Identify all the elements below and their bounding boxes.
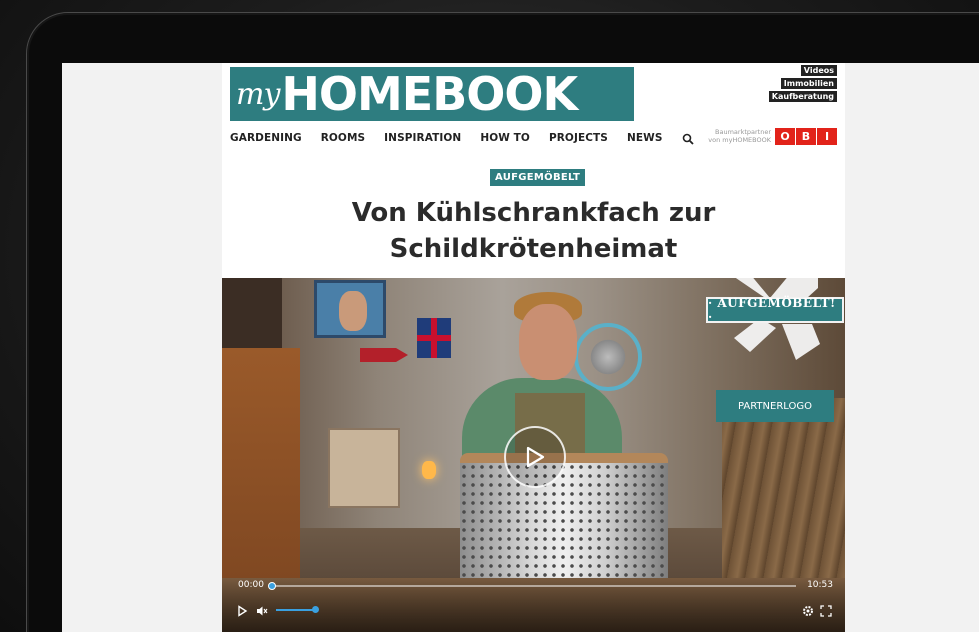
category-badge[interactable]: AUFGEMÖBELT <box>490 169 586 186</box>
video-scene-flag <box>417 318 451 358</box>
article-title: Von Kühlschrankfach zur Schildkrötenheim… <box>222 195 845 267</box>
volume-knob[interactable] <box>312 606 319 613</box>
volume-slider[interactable] <box>276 606 319 613</box>
play-button[interactable] <box>504 426 566 488</box>
duration: 10:53 <box>807 580 833 590</box>
obi-logo: OBI <box>775 127 837 145</box>
video-scene-person-head <box>519 304 577 380</box>
nav-item-inspiration[interactable]: INSPIRATION <box>384 132 461 144</box>
play-icon <box>526 446 545 468</box>
nav-item-how-to[interactable]: HOW TO <box>480 132 530 144</box>
quick-links: Videos Immobilien Kaufberatung <box>768 65 837 102</box>
quick-link-kaufberatung[interactable]: Kaufberatung <box>768 91 837 102</box>
nav-item-rooms[interactable]: ROOMS <box>321 132 365 144</box>
main-nav: GARDENING ROOMS INSPIRATION HOW TO PROJE… <box>230 129 694 147</box>
partner-block[interactable]: Baumarktpartner von myHOMEBOOK OBI <box>708 125 837 147</box>
show-badge: · AUFGEMÖBELT! · <box>708 296 842 324</box>
video-scene-lamp <box>422 461 436 479</box>
video-scene-shelf <box>222 278 282 348</box>
browser-viewport: my HOMEBOOK Videos Immobilien Kaufberatu… <box>62 63 979 632</box>
logo-main: HOMEBOOK <box>281 67 578 121</box>
article-title-line-2: Schildkrötenheimat <box>389 234 678 264</box>
article-page: my HOMEBOOK Videos Immobilien Kaufberatu… <box>222 63 845 632</box>
partner-line-1: Baumarktpartner <box>715 128 771 136</box>
fullscreen-icon[interactable] <box>820 604 832 617</box>
settings-icon[interactable] <box>802 604 814 616</box>
progress-bar[interactable] <box>268 582 796 590</box>
logo-prefix: my <box>236 76 280 112</box>
video-player[interactable]: · AUFGEMÖBELT! · PARTNERLOGO 00:00 10:53 <box>222 278 845 632</box>
partner-text: Baumarktpartner von myHOMEBOOK <box>708 128 771 144</box>
partner-line-2: von myHOMEBOOK <box>708 136 771 144</box>
quick-link-immobilien[interactable]: Immobilien <box>780 78 837 89</box>
quick-link-videos[interactable]: Videos <box>800 65 837 76</box>
current-time: 00:00 <box>238 580 264 590</box>
nav-item-news[interactable]: NEWS <box>627 132 663 144</box>
nav-item-projects[interactable]: PROJECTS <box>549 132 608 144</box>
video-scene-pegboard <box>328 428 400 508</box>
mute-icon[interactable] <box>256 604 268 616</box>
progress-knob[interactable] <box>268 582 276 590</box>
partner-logo-placeholder[interactable]: PARTNERLOGO <box>716 390 834 422</box>
article-title-line-1: Von Kühlschrankfach zur <box>351 198 716 228</box>
video-scene-wheel <box>574 323 642 391</box>
search-icon[interactable] <box>682 132 694 145</box>
site-logo[interactable]: my HOMEBOOK <box>230 67 634 121</box>
video-scene-poster <box>314 280 386 338</box>
player-controls: 00:00 10:53 <box>222 576 845 632</box>
nav-item-gardening[interactable]: GARDENING <box>230 132 302 144</box>
play-small-icon[interactable] <box>236 604 248 617</box>
laptop-frame: my HOMEBOOK Videos Immobilien Kaufberatu… <box>26 12 979 632</box>
